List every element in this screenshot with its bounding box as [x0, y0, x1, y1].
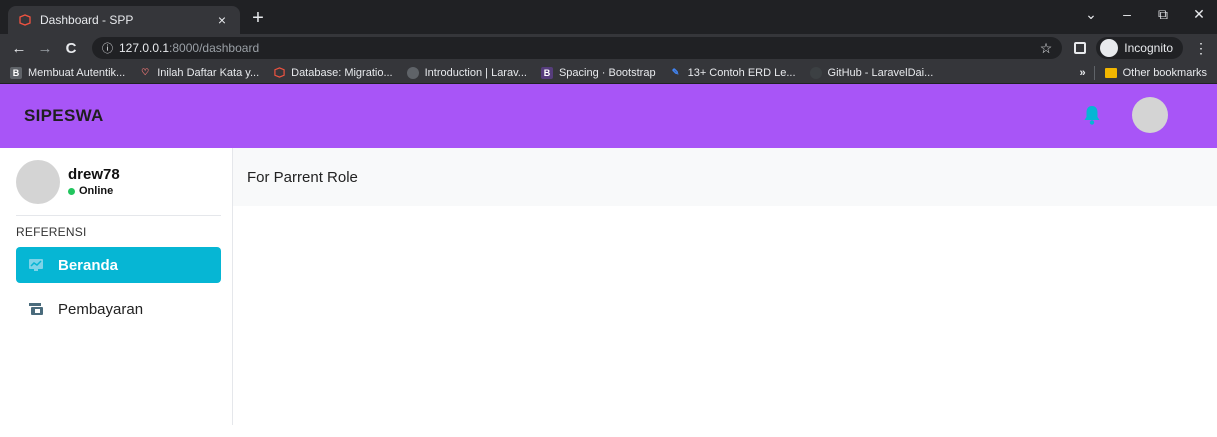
sidebar: drew78 Online REFERENSI Beranda Pembayar…: [0, 148, 233, 425]
app-header: SIPESWA: [0, 84, 1217, 148]
bookmarks-bar: B Membuat Autentik... ♡ Inilah Daftar Ka…: [0, 62, 1217, 84]
site-info-icon[interactable]: ⓘ: [102, 40, 113, 56]
content-title: For Parrent Role: [233, 148, 1217, 206]
bookmark-label: 13+ Contoh ERD Le...: [687, 66, 796, 79]
side-panel-icon[interactable]: [1074, 42, 1087, 54]
bookmark-label: Inilah Daftar Kata y...: [157, 66, 260, 79]
user-panel: drew78 Online: [16, 148, 221, 216]
app-body: drew78 Online REFERENSI Beranda Pembayar…: [0, 148, 1217, 425]
tab-search-icon[interactable]: ⌄: [1073, 6, 1109, 23]
browser-menu-icon[interactable]: ⋮: [1193, 40, 1209, 57]
globe-icon: [406, 66, 419, 79]
bootstrap-icon: B: [540, 66, 553, 79]
sidebar-item-label: Beranda: [58, 256, 119, 274]
laravel-icon: [273, 67, 285, 79]
reload-button[interactable]: C: [60, 40, 82, 57]
browser-tabstrip: Dashboard - SPP × + ⌄ – ⧉ ✕: [0, 0, 1217, 34]
app-brand[interactable]: SIPESWA: [24, 106, 104, 126]
header-avatar[interactable]: [1132, 97, 1168, 133]
incognito-label: Incognito: [1124, 41, 1173, 55]
folder-icon: [1104, 67, 1117, 78]
user-status: Online: [68, 185, 120, 197]
new-tab-button[interactable]: +: [244, 4, 272, 32]
dashboard-icon: [28, 258, 44, 272]
heart-icon: ♡: [141, 67, 150, 77]
other-bookmarks-link[interactable]: Other bookmarks: [1123, 67, 1207, 79]
bookmark-item[interactable]: B Membuat Autentik...: [10, 66, 126, 79]
close-window-button[interactable]: ✕: [1181, 6, 1217, 23]
address-bar[interactable]: ⓘ 127.0.0.1 :8000/dashboard ☆: [92, 37, 1063, 59]
tab-close-icon[interactable]: ×: [214, 12, 230, 28]
url-host: 127.0.0.1: [119, 41, 170, 55]
tab-title: Dashboard - SPP: [40, 13, 134, 27]
sidebar-item-beranda[interactable]: Beranda: [16, 247, 221, 283]
bookmark-item[interactable]: ♡ Inilah Daftar Kata y...: [139, 67, 259, 79]
bookmark-item[interactable]: GitHub - LaravelDai...: [809, 66, 934, 79]
bookmark-item[interactable]: B Spacing · Bootstrap: [540, 66, 656, 79]
avatar: [16, 159, 60, 204]
notification-bell-icon[interactable]: [1083, 104, 1101, 126]
online-dot-icon: [68, 187, 75, 195]
bookmark-item[interactable]: Database: Migratio...: [273, 67, 393, 79]
bookmarks-overflow-icon[interactable]: »: [1080, 67, 1086, 79]
sidebar-section-label: REFERENSI: [16, 225, 87, 239]
bookmarks-right: » Other bookmarks: [1080, 65, 1207, 80]
bookmark-label: Membuat Autentik...: [28, 66, 126, 79]
bookmark-label: Introduction | Larav...: [424, 66, 527, 79]
bookmark-item[interactable]: Introduction | Larav...: [406, 66, 527, 79]
back-button[interactable]: ←: [8, 40, 30, 57]
main-content: For Parrent Role: [233, 148, 1217, 425]
pen-icon: ✎: [671, 67, 680, 77]
browser-tab[interactable]: Dashboard - SPP ×: [8, 6, 240, 34]
incognito-indicator[interactable]: Incognito: [1096, 37, 1183, 59]
window-controls: ⌄ – ⧉ ✕: [1073, 0, 1217, 28]
forward-button[interactable]: →: [34, 40, 56, 57]
browser-toolbar: ← → C ⓘ 127.0.0.1 :8000/dashboard ☆ Inco…: [0, 34, 1217, 62]
user-info: drew78 Online: [68, 166, 120, 197]
bookmark-label: GitHub - LaravelDai...: [827, 66, 934, 79]
payment-icon: [28, 302, 44, 316]
github-icon: [809, 66, 822, 79]
bookmark-label: Database: Migratio...: [291, 66, 393, 79]
sidebar-item-pembayaran[interactable]: Pembayaran: [16, 291, 221, 327]
bookmark-item[interactable]: ✎ 13+ Contoh ERD Le...: [670, 67, 796, 79]
status-text: Online: [79, 185, 114, 197]
user-name: drew78: [68, 166, 120, 183]
incognito-icon: [1100, 39, 1119, 57]
bookmarks-separator: [1093, 65, 1095, 80]
bookmark-label: Spacing · Bootstrap: [558, 66, 656, 79]
url-path: :8000/dashboard: [169, 41, 260, 55]
minimize-button[interactable]: –: [1109, 6, 1145, 22]
toolbar-right: Incognito ⋮: [1070, 37, 1209, 59]
maximize-button[interactable]: ⧉: [1145, 6, 1181, 23]
bookmark-star-icon[interactable]: ☆: [1040, 40, 1053, 57]
sidebar-item-label: Pembayaran: [58, 300, 144, 318]
laravel-icon: [18, 13, 32, 27]
bookmark-app-icon: B: [10, 66, 22, 79]
